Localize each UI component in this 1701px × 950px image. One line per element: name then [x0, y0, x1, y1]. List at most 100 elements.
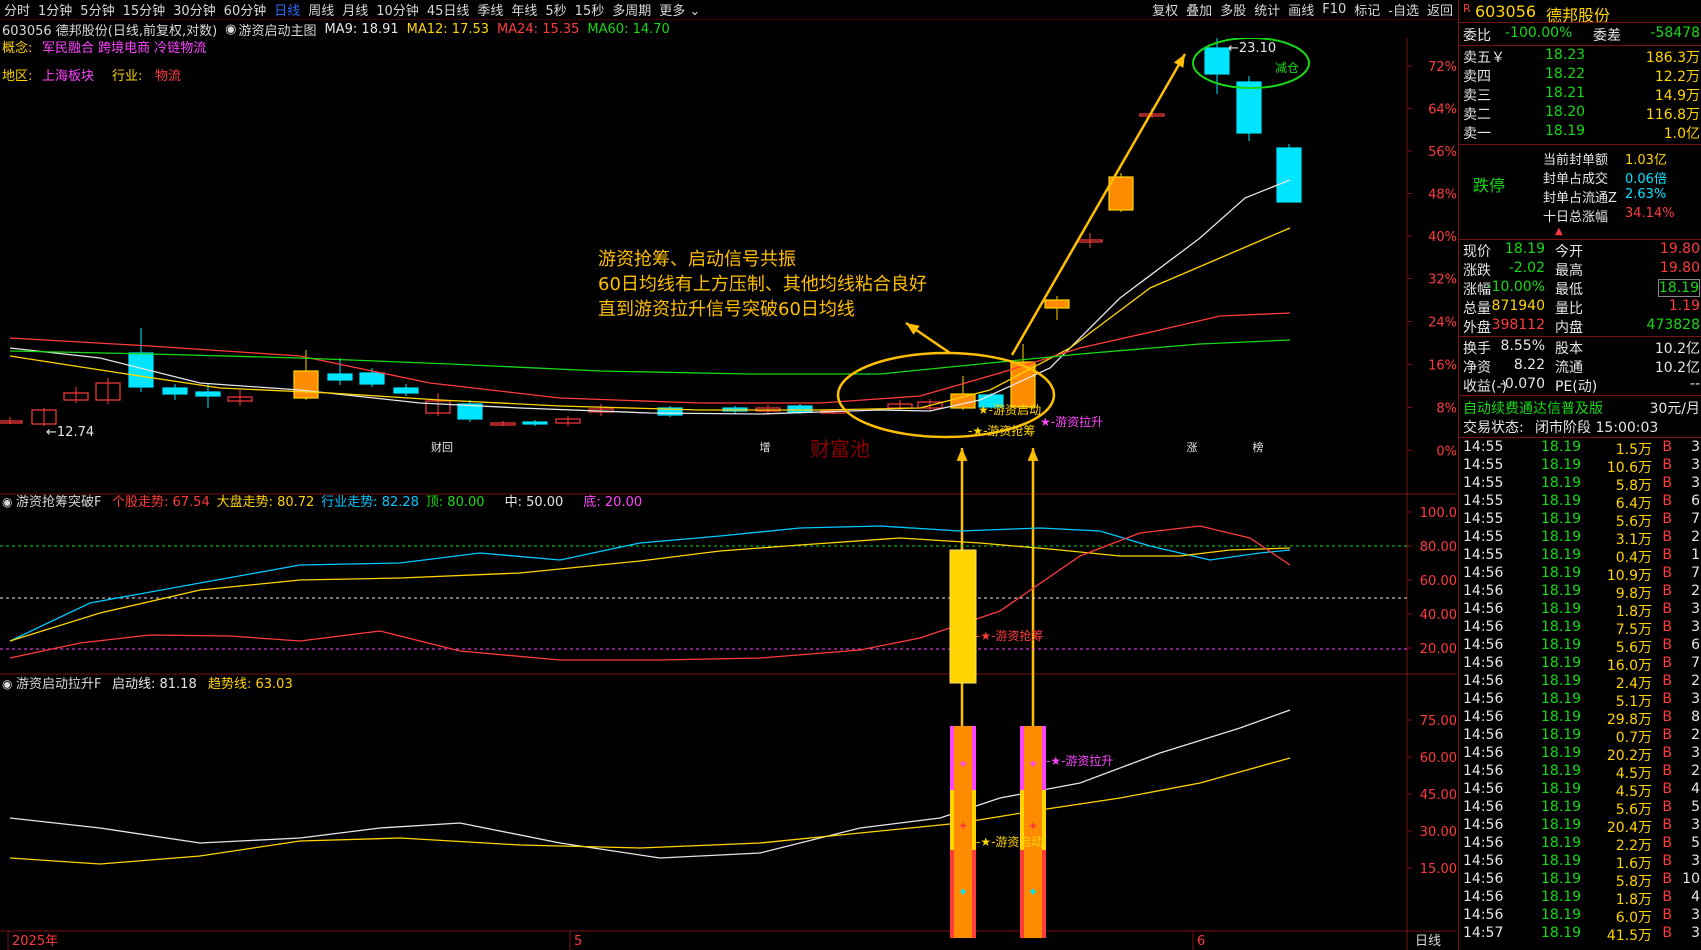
sub2-axis-label: 45.00 [1420, 788, 1457, 803]
toolbar-button-7[interactable]: -自选 [1384, 0, 1423, 19]
annotation-line-1: 60日均线有上方压制、其他均线粘合良好 [598, 274, 927, 295]
ma24-label: MA24: 15.35 [497, 21, 580, 37]
toolbar-button-8[interactable]: 返回 [1423, 0, 1457, 19]
toolbar-button-1[interactable]: 叠加 [1182, 0, 1216, 19]
stats-row-2: 收益(-) -0.070 PE(动) -- [1463, 376, 1700, 395]
tick-row-6: 14:55 18.19 0.4万 B 1 [1463, 547, 1700, 566]
toolbar-button-4[interactable]: 画线 [1284, 0, 1318, 19]
industry-value: 物流 [155, 69, 181, 84]
stats-row-0: 换手 8.55% 股本 10.2亿 [1463, 338, 1700, 357]
sub2-trend-line [9, 757, 1291, 865]
candle-28 [1044, 299, 1070, 309]
candle-9 [327, 373, 353, 381]
quote-row-1: 涨跌 -2.02 最高 19.80 [1463, 260, 1700, 279]
divider [1459, 395, 1701, 396]
arrow-raise-head [1027, 448, 1039, 461]
timeframe-2[interactable]: 5分钟 [76, 0, 118, 19]
price-axis-label: 48% [1428, 188, 1457, 203]
timeframe-15[interactable]: 多周期 [608, 0, 655, 19]
quote-row-2: 涨幅 -10.00% 最低 18.19 [1463, 279, 1700, 298]
tick-row-3: 14:55 18.19 6.4万 B 6 [1463, 493, 1700, 512]
candle-10 [359, 372, 385, 385]
sub1-item-5: 底: 20.00 [583, 494, 642, 510]
candle-32 [1204, 47, 1230, 75]
stats-row-1: 净资 8.22 流通 10.2亿 [1463, 357, 1700, 376]
order-ratio-row: 委比 -100.00% 委差 -58478 [1463, 25, 1700, 44]
price-axis-label: 40% [1428, 230, 1457, 245]
timeframe-5[interactable]: 60分钟 [220, 0, 271, 19]
tick-row-21: 14:56 18.19 20.4万 B 3 [1463, 817, 1700, 836]
annotation-line-0: 游资抢筹、启动信号共振 [598, 249, 796, 270]
toolbar-button-3[interactable]: 统计 [1250, 0, 1284, 19]
toolbar-button-6[interactable]: 标记 [1350, 0, 1384, 19]
price-axis-label: 0% [1436, 445, 1457, 460]
price-axis-label: 24% [1428, 316, 1457, 331]
region-label: 地区: [2, 69, 32, 84]
sub2-item-0: 启动线: 81.18 [112, 677, 197, 692]
tick-row-11: 14:56 18.19 5.6万 B 6 [1463, 637, 1700, 656]
tick-row-20: 14:56 18.19 5.6万 B 5 [1463, 799, 1700, 818]
toolbar-button-0[interactable]: 复权 [1148, 0, 1182, 19]
price-axis-label: 64% [1428, 103, 1457, 118]
indicator-name[interactable]: 游资启动主图 [239, 20, 317, 39]
tick-row-27: 14:57 18.19 41.5万 B 3 [1463, 925, 1700, 944]
sub2-axis-label: 30.00 [1420, 825, 1457, 840]
sub2-bar-a-butterfly-icon-1: ✦ [958, 819, 968, 833]
tick-row-0: 14:55 18.19 1.5万 B 3 [1463, 439, 1700, 458]
timeframe-14[interactable]: 15秒 [571, 0, 609, 19]
sub2-raise-label: -★-游资拉升 [1046, 753, 1113, 768]
tick-row-1: 14:55 18.19 10.6万 B 3 [1463, 457, 1700, 476]
stock-header: R 603056 德邦股份 [1463, 2, 1611, 25]
candle-34 [1276, 147, 1302, 203]
tick-row-16: 14:56 18.19 0.7万 B 2 [1463, 727, 1700, 746]
tick-row-7: 14:56 18.19 10.9万 B 7 [1463, 565, 1700, 584]
tick-row-15: 14:56 18.19 29.8万 B 8 [1463, 709, 1700, 728]
sub1-icon: ◉ [2, 495, 12, 509]
seal-row-0: 当前封单额 1.03亿 [1543, 153, 1667, 168]
timeframe-1[interactable]: 1分钟 [34, 0, 76, 19]
timeframe-11[interactable]: 季线 [473, 0, 507, 19]
candle-5 [162, 387, 188, 395]
timeframe-3[interactable]: 15分钟 [119, 0, 170, 19]
timeframe-8[interactable]: 月线 [338, 0, 372, 19]
timeframe-10[interactable]: 45日线 [423, 0, 474, 19]
event-marker-1: 增 [760, 440, 771, 454]
arrow-to-high [1010, 53, 1187, 356]
timeframe-6[interactable]: 日线 [270, 0, 304, 19]
quote-panel: R 603056 德邦股份 委比 -100.00% 委差 -58478 卖五￥ 18.23 186… [1458, 0, 1701, 950]
price-axis-label: 16% [1428, 359, 1457, 374]
quote-row-0: 现价 18.19 今开 19.80 [1463, 241, 1700, 260]
timeframe-12[interactable]: 年线 [507, 0, 541, 19]
sub2-axis-label: 15.00 [1420, 862, 1457, 877]
price-axis-label: 32% [1428, 273, 1457, 288]
signal-raise-label: ★-游资拉升 [1040, 414, 1103, 429]
concept-label: 概念: [2, 40, 32, 56]
indicator-circle-icon[interactable]: ◉ [225, 22, 236, 37]
tick-row-5: 14:55 18.19 3.1万 B 2 [1463, 529, 1700, 548]
timeframe-7[interactable]: 周线 [304, 0, 338, 19]
kline-chart[interactable]: 72% 64% 56% 48% 40% 32% 24% 16% 8% 0% 概念: 军民融合 跨境电商… [0, 38, 1457, 950]
timeframe-16[interactable]: 更多 ⌄ [655, 0, 704, 19]
timeframe-13[interactable]: 5秒 [541, 0, 570, 19]
price-axis-label: 72% [1428, 60, 1457, 75]
region-value: 上海板块 [42, 69, 94, 84]
trade-status-row: 交易状态: 闭市阶段 15:00:03 [1463, 420, 1659, 436]
industry-label: 行业: [112, 69, 142, 84]
ma9-label: MA9: 18.91 [324, 21, 399, 37]
seal-row-1: 封单占成交 0.06倍 [1543, 172, 1667, 187]
tick-row-26: 14:56 18.19 6.0万 B 3 [1463, 907, 1700, 926]
timeframe-9[interactable]: 10分钟 [372, 0, 423, 19]
sub2-start-label: -★-游资启动 [976, 835, 1043, 849]
sub1-grab-label: -★-游资抢筹 [976, 628, 1043, 643]
toolbar-button-5[interactable]: F10 [1318, 2, 1350, 17]
reduce-position-tag: 减仓 [1275, 61, 1299, 75]
divider [1459, 22, 1701, 23]
timeframe-4[interactable]: 30分钟 [169, 0, 220, 19]
annotation-line-2: 直到游资拉升信号突破60日均线 [598, 299, 855, 320]
timeframe-0[interactable]: 分时 [0, 0, 34, 19]
date-label-2: 6 [1197, 934, 1205, 949]
sub2-bar-a-butterfly-icon-2: ✦ [958, 885, 968, 899]
toolbar-button-2[interactable]: 多股 [1216, 0, 1250, 19]
tick-row-2: 14:55 18.19 5.8万 B 3 [1463, 475, 1700, 494]
tick-row-22: 14:56 18.19 2.2万 B 5 [1463, 835, 1700, 854]
